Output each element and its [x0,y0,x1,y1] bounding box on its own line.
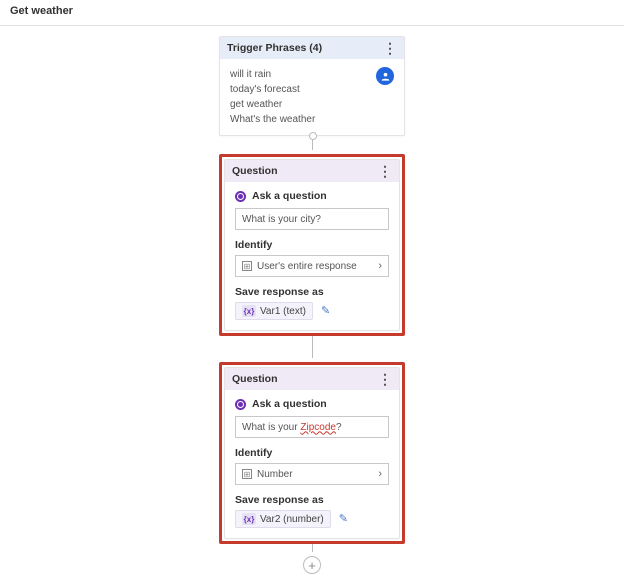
variable-row: {x} Var2 (number) ✎ [235,510,389,528]
question-node[interactable]: Question ⋮ Ask a question What is your c… [224,159,400,331]
persona-icon [376,67,394,85]
trigger-phrase-list: will it rain today's forecast get weathe… [230,67,315,127]
trigger-phrase: will it rain [230,67,315,82]
question-header-label: Question [232,373,278,385]
more-menu-icon[interactable]: ⋮ [378,376,392,383]
trigger-header: Trigger Phrases (4) ⋮ [220,37,404,59]
save-response-label: Save response as [235,494,389,506]
variable-name: Var2 (number) [260,514,324,525]
page-title: Get weather [0,0,624,26]
question-node-highlight: Question ⋮ Ask a question What is your Z… [219,362,405,544]
question-node-highlight: Question ⋮ Ask a question What is your c… [219,154,405,336]
connector [312,544,313,552]
chevron-right-icon: › [378,468,382,480]
question-body: Ask a question What is your Zipcode? Ide… [225,390,399,538]
trigger-phrase: today's forecast [230,82,315,97]
identify-value: User's entire response [257,261,357,272]
question-text-input[interactable]: What is your Zipcode? [235,416,389,438]
chevron-right-icon: › [378,260,382,272]
ask-question-row: Ask a question [235,190,389,202]
more-menu-icon[interactable]: ⋮ [378,168,392,175]
variable-row: {x} Var1 (text) ✎ [235,302,389,320]
radio-selected-icon [235,399,246,410]
question-text-value: What is your city? [242,214,321,225]
ask-question-label: Ask a question [252,398,327,410]
question-node[interactable]: Question ⋮ Ask a question What is your Z… [224,367,400,539]
variable-icon: {x} [242,513,256,525]
question-header: Question ⋮ [225,160,399,182]
add-node-button[interactable]: + [303,556,321,574]
radio-selected-icon [235,191,246,202]
save-response-label: Save response as [235,286,389,298]
edit-icon[interactable]: ✎ [339,513,348,525]
authoring-canvas: Trigger Phrases (4) ⋮ will it rain today… [0,26,624,540]
ask-question-row: Ask a question [235,398,389,410]
entity-icon: ⊞ [242,261,252,271]
identify-select[interactable]: ⊞ User's entire response › [235,255,389,277]
variable-chip[interactable]: {x} Var1 (text) [235,302,313,320]
edit-icon[interactable]: ✎ [321,305,330,317]
more-menu-icon[interactable]: ⋮ [383,45,397,52]
variable-chip[interactable]: {x} Var2 (number) [235,510,331,528]
trigger-phrase: What's the weather [230,112,315,127]
question-header: Question ⋮ [225,368,399,390]
trigger-phrases-node[interactable]: Trigger Phrases (4) ⋮ will it rain today… [219,36,405,136]
question-text-input[interactable]: What is your city? [235,208,389,230]
trigger-body: will it rain today's forecast get weathe… [220,59,404,135]
connector [312,136,313,150]
connector [312,336,313,358]
trigger-header-label: Trigger Phrases (4) [227,42,322,54]
question-text-value: What is your Zipcode? [242,422,342,433]
ask-question-label: Ask a question [252,190,327,202]
page-title-text: Get weather [10,5,73,17]
question-body: Ask a question What is your city? Identi… [225,182,399,330]
variable-name: Var1 (text) [260,306,306,317]
identify-select[interactable]: ⊞ Number › [235,463,389,485]
identify-label: Identify [235,447,389,459]
trigger-phrase: get weather [230,97,315,112]
entity-icon: ⊞ [242,469,252,479]
identify-label: Identify [235,239,389,251]
question-header-label: Question [232,165,278,177]
identify-value: Number [257,469,293,480]
variable-icon: {x} [242,305,256,317]
